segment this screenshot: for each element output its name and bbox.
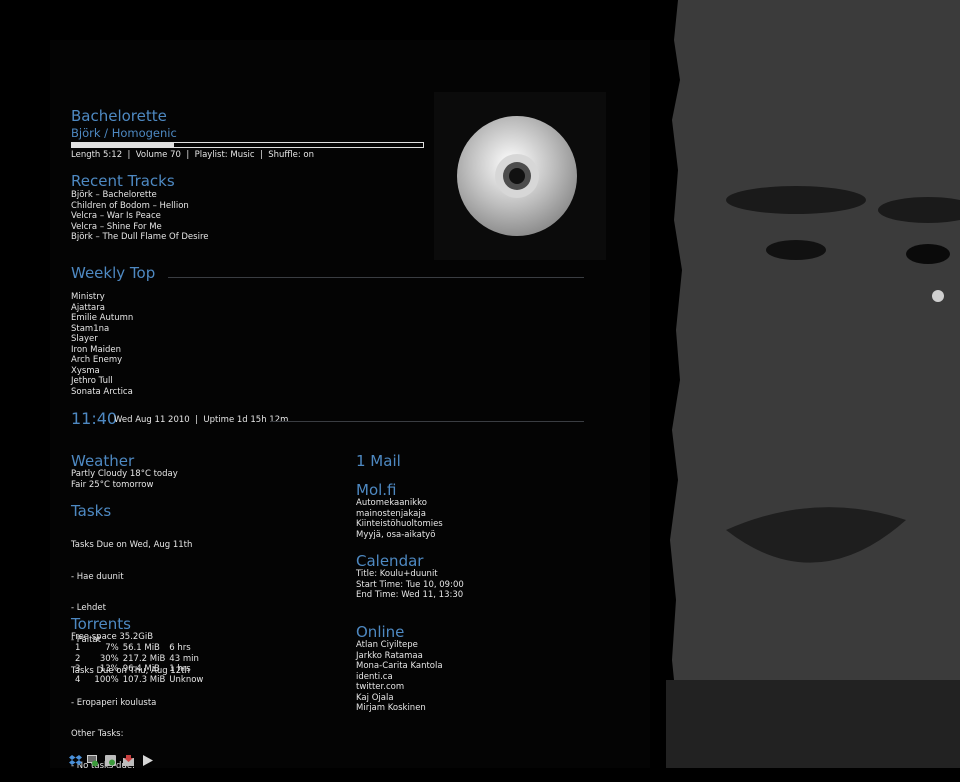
weather-today: Partly Cloudy 18°C today	[71, 469, 178, 479]
torrents-heading: Torrents	[71, 615, 131, 633]
weekly-artist[interactable]: Slayer	[71, 334, 133, 345]
contact-item[interactable]: Mona-Carita Kantola	[356, 661, 443, 672]
dropbox-icon[interactable]	[69, 752, 82, 765]
calendar-event: Title: Koulu+duunit Start Time: Tue 10, …	[356, 569, 464, 601]
task-line[interactable]: - Hae duunit	[71, 572, 192, 583]
clock-divider	[270, 421, 584, 422]
torrent-index: 3	[75, 664, 81, 674]
torrent-percent: 100%	[94, 674, 119, 685]
weekly-artist[interactable]: Ajattara	[71, 303, 133, 314]
weekly-top-list: Ministry Ajattara Emilie Autumn Stam1na …	[71, 292, 133, 397]
torrent-percent: 7%	[105, 643, 119, 653]
event-start: Start Time: Tue 10, 09:00	[356, 579, 464, 590]
cd-disc-icon	[457, 116, 577, 236]
torrent-row[interactable]: 2 30% 217.2 MiB 43 min	[75, 654, 207, 665]
recent-track[interactable]: Björk – Bachelorette	[71, 190, 209, 201]
recent-track[interactable]: Velcra – Shine For Me	[71, 222, 209, 233]
contact-item[interactable]: Mirjam Koskinen	[356, 703, 443, 714]
torrent-eta: 43 min	[169, 653, 199, 664]
torrent-index: 2	[75, 653, 81, 664]
weekly-artist[interactable]: Jethro Tull	[71, 376, 133, 387]
online-heading: Online	[356, 623, 405, 641]
track-title: Bachelorette	[71, 107, 167, 125]
job-item[interactable]: mainostenjakaja	[356, 509, 443, 520]
calendar-heading: Calendar	[356, 552, 424, 570]
recent-track[interactable]: Velcra – War Is Peace	[71, 211, 209, 222]
weekly-artist[interactable]: Emilie Autumn	[71, 313, 133, 324]
recent-tracks-heading: Recent Tracks	[71, 172, 175, 190]
download-icon[interactable]	[122, 752, 135, 766]
torrent-size: 107.3 MiB	[122, 674, 166, 685]
torrent-eta: 6 hrs	[169, 643, 191, 653]
torrent-percent: 30%	[99, 653, 119, 664]
torrent-index: 4	[75, 674, 81, 685]
tasks-heading: Tasks	[71, 502, 112, 520]
torrent-index: 1	[75, 643, 81, 653]
molfi-jobs-list: Automekaanikko mainostenjakaja Kiinteist…	[356, 498, 443, 540]
recent-track[interactable]: Children of Bodom – Hellion	[71, 201, 209, 212]
clock-time: 11:40	[71, 409, 118, 428]
recent-tracks-list: Björk – Bachelorette Children of Bodom –…	[71, 190, 209, 243]
task-line[interactable]: - Lehdet	[71, 603, 192, 614]
online-contacts-list: Atlan Ciyiltepe Jarkko Ratamaa Mona-Cari…	[356, 640, 443, 714]
artist-album: Björk / Homogenic	[71, 126, 177, 140]
contact-item[interactable]: Jarkko Ratamaa	[356, 651, 443, 662]
mail-count[interactable]: 1 Mail	[356, 452, 401, 470]
torrent-size: 217.2 MiB	[122, 653, 166, 664]
weekly-top-heading: Weekly Top	[71, 264, 156, 282]
torrents-free-space: Free space 35.2GiB	[71, 632, 154, 642]
molfi-heading[interactable]: Mol.fi	[356, 481, 397, 499]
track-info: Length 5:12 | Volume 70 | Playlist: Musi…	[71, 150, 314, 160]
weather-heading: Weather	[71, 452, 135, 470]
play-icon[interactable]	[141, 752, 154, 766]
task-line[interactable]: - Eropaperi koulusta	[71, 698, 192, 709]
torrents-table: 1 7% 56.1 MiB 6 hrs 2 30% 217.2 MiB 43 m…	[75, 643, 207, 685]
torrent-row[interactable]: 4 100% 107.3 MiB Unknow	[75, 675, 207, 686]
torrent-row[interactable]: 1 7% 56.1 MiB 6 hrs	[75, 643, 207, 654]
contact-item[interactable]: identi.ca	[356, 672, 443, 683]
clock-info: Wed Aug 11 2010 | Uptime 1d 15h 12m	[114, 415, 289, 425]
torrent-size: 56.1 MiB	[122, 643, 160, 653]
task-line: Other Tasks:	[71, 729, 124, 739]
job-item[interactable]: Automekaanikko	[356, 498, 443, 509]
weekly-artist[interactable]: Ministry	[71, 292, 133, 303]
weekly-artist[interactable]: Stam1na	[71, 324, 133, 335]
task-line: Tasks Due on Wed, Aug 11th	[71, 540, 193, 550]
contact-item[interactable]: Atlan Ciyiltepe	[356, 640, 443, 651]
contact-item[interactable]: twitter.com	[356, 682, 443, 693]
torrent-percent: 13%	[99, 664, 119, 674]
progress-fill	[72, 143, 174, 147]
job-item[interactable]: Myyjä, osa-aikatyö	[356, 530, 443, 541]
network-monitor-icon[interactable]	[86, 752, 99, 767]
weekly-artist[interactable]: Iron Maiden	[71, 345, 133, 356]
torrent-size: 96.4 MiB	[122, 664, 160, 674]
event-title: Title: Koulu+duunit	[356, 569, 438, 579]
torrent-row[interactable]: 3 13% 96.4 MiB 1 hrs	[75, 664, 207, 675]
system-monitor-icon[interactable]	[104, 752, 117, 766]
torrent-eta: Unknow	[169, 674, 204, 685]
job-item[interactable]: Kiinteistöhuoltomies	[356, 519, 443, 530]
background-photo	[666, 0, 960, 768]
contact-item[interactable]: Kaj Ojala	[356, 693, 443, 704]
weekly-artist[interactable]: Arch Enemy	[71, 355, 133, 366]
weekly-artist[interactable]: Sonata Arctica	[71, 387, 133, 398]
weather-forecast: Partly Cloudy 18°C today Fair 25°C tomor…	[71, 469, 178, 490]
progress-bar[interactable]	[71, 142, 424, 148]
weekly-divider	[168, 277, 584, 278]
weather-tomorrow: Fair 25°C tomorrow	[71, 479, 154, 490]
event-end: End Time: Wed 11, 13:30	[356, 590, 464, 600]
weekly-artist[interactable]: Xysma	[71, 366, 133, 377]
torrent-eta: 1 hrs	[169, 664, 191, 674]
recent-track[interactable]: Björk – The Dull Flame Of Desire	[71, 232, 209, 243]
